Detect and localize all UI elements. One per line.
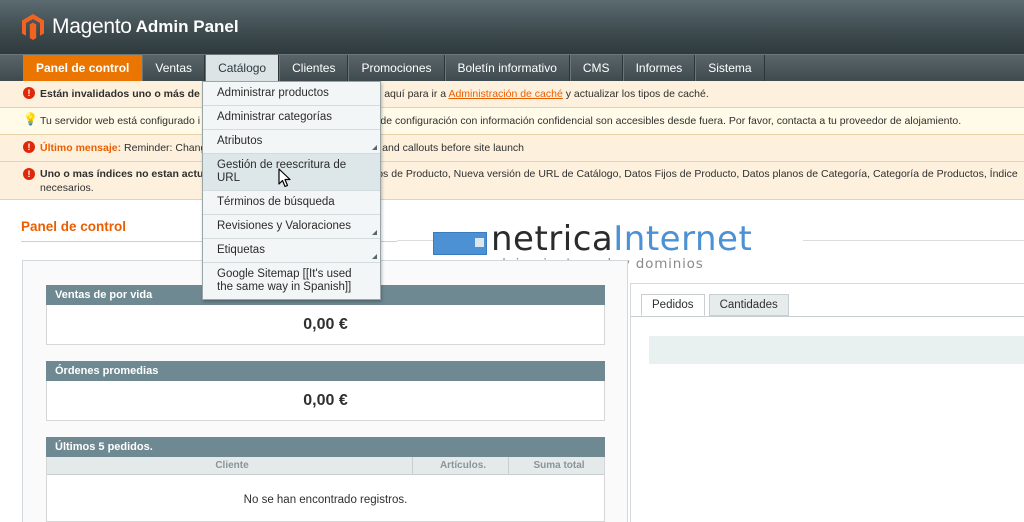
- error-icon: !: [23, 168, 35, 180]
- watermark-word2: Internet: [613, 219, 753, 259]
- catalog-dropdown-menu: Administrar productos Administrar catego…: [202, 81, 381, 300]
- menu-reviews-ratings[interactable]: Revisiones y Valoraciones: [203, 215, 380, 239]
- nav-dashboard[interactable]: Panel de control: [23, 55, 143, 81]
- menu-item-label: Etiquetas: [217, 244, 265, 256]
- nav-promotions[interactable]: Promociones: [348, 55, 445, 81]
- mouse-cursor-icon: [278, 168, 291, 188]
- menu-manage-categories[interactable]: Administrar categorías: [203, 106, 380, 130]
- menu-item-label: Administrar categorías: [217, 111, 333, 123]
- nav-catalog[interactable]: Catálogo: [205, 55, 280, 81]
- nav-newsletter[interactable]: Boletín informativo: [444, 55, 570, 81]
- watermark-rule-right: [803, 240, 1024, 241]
- page-title: Panel de control: [21, 219, 127, 234]
- menu-item-label: Términos de búsqueda: [217, 196, 335, 208]
- nav-system[interactable]: Sistema: [695, 55, 765, 81]
- empty-grid-message: No se han encontrado registros.: [243, 494, 408, 506]
- message-text: Tu servidor web está configurado i: [40, 115, 201, 127]
- message-text: cheros de configuración con información …: [345, 115, 962, 127]
- magento-logo-icon: [22, 14, 44, 40]
- nav-sales[interactable]: Ventas: [142, 55, 206, 81]
- last-orders-box: Últimos 5 pedidos. Cliente Artículos. Su…: [46, 437, 605, 522]
- column-total[interactable]: Suma total: [509, 457, 604, 474]
- message-latest: ! Último mensaje: Reminder: Chang and ca…: [0, 135, 1024, 162]
- message-text: y actualizar los tipos de caché.: [565, 88, 709, 100]
- menu-attributes[interactable]: Atributos: [203, 130, 380, 154]
- watermark-wordmark: netricaInternet: [491, 220, 752, 258]
- tab-divider: [631, 316, 1024, 317]
- message-index-outdated: ! Uno o mas índices no estan actu os de …: [0, 162, 1024, 200]
- menu-manage-products[interactable]: Administrar productos: [203, 82, 380, 106]
- menu-search-terms[interactable]: Términos de búsqueda: [203, 191, 380, 215]
- last-orders-grid: Cliente Artículos. Suma total No se han …: [46, 457, 605, 522]
- box-title: Órdenes promedias: [46, 361, 605, 381]
- column-items[interactable]: Artículos.: [413, 457, 509, 474]
- watermark-logo-icon: [433, 232, 487, 255]
- message-bold-text: Uno o mas índices no estan actu: [40, 168, 204, 180]
- box-title: Últimos 5 pedidos.: [46, 437, 605, 457]
- message-text: os de Producto, Nueva versión de URL de …: [377, 168, 1018, 180]
- nav-reports[interactable]: Informes: [622, 55, 696, 81]
- menu-item-label: Revisiones y Valoraciones: [217, 220, 352, 232]
- latest-message-label: Último mensaje:: [40, 142, 122, 154]
- submenu-arrow-icon: [372, 254, 377, 259]
- tab-amounts[interactable]: Cantidades: [708, 294, 789, 316]
- menu-google-sitemap[interactable]: Google Sitemap [[It's used the same way …: [203, 263, 380, 299]
- menu-tags[interactable]: Etiquetas: [203, 239, 380, 263]
- grid-header: Cliente Artículos. Suma total: [47, 457, 604, 475]
- lifetime-sales-value: 0,00 €: [46, 305, 605, 345]
- brand-name: Magento: [52, 15, 132, 38]
- submenu-arrow-icon: [372, 145, 377, 150]
- tab-orders[interactable]: Pedidos: [641, 294, 705, 316]
- submenu-arrow-icon: [372, 230, 377, 235]
- average-orders-box: Órdenes promedias 0,00 €: [46, 361, 605, 421]
- message-webserver-config: 💡 Tu servidor web está configurado i che…: [0, 108, 1024, 135]
- dashboard-tabs-panel: Pedidos Cantidades: [630, 283, 1024, 522]
- nav-cms[interactable]: CMS: [569, 55, 623, 81]
- error-icon: !: [23, 141, 35, 153]
- cache-management-link[interactable]: Administración de caché: [448, 88, 562, 100]
- column-customer[interactable]: Cliente: [47, 457, 413, 474]
- average-orders-value: 0,00 €: [46, 381, 605, 421]
- message-text: and callouts before site launch: [382, 142, 525, 154]
- message-bold-text: Están invalidados uno o más de: [40, 88, 200, 100]
- product-name: Admin Panel: [135, 17, 239, 36]
- error-icon: !: [23, 87, 35, 99]
- admin-header: Magento Admin Panel: [0, 0, 1024, 54]
- message-cache-invalidated: ! Están invalidados uno o más de ic aquí…: [0, 81, 1024, 108]
- magento-logo[interactable]: Magento Admin Panel: [22, 12, 239, 42]
- menu-item-label: Google Sitemap [[It's used the same way …: [217, 268, 352, 293]
- chart-placeholder: [649, 336, 1024, 364]
- message-text: necesarios.: [40, 182, 94, 194]
- lightbulb-icon: 💡: [23, 112, 38, 126]
- menu-item-label: Administrar productos: [217, 87, 329, 99]
- message-text: Reminder: Chang: [124, 142, 207, 154]
- watermark-rule-left: [397, 240, 433, 241]
- tab-row: Pedidos Cantidades: [641, 294, 793, 316]
- main-navigation: Panel de control Ventas Catálogo Cliente…: [0, 54, 1024, 81]
- nav-customers[interactable]: Clientes: [279, 55, 349, 81]
- menu-item-label: Atributos: [217, 135, 263, 147]
- watermark-word1: netrica: [491, 219, 614, 259]
- system-messages: ! Están invalidados uno o más de ic aquí…: [0, 81, 1024, 200]
- message-text: ic aquí para ir a: [373, 88, 447, 100]
